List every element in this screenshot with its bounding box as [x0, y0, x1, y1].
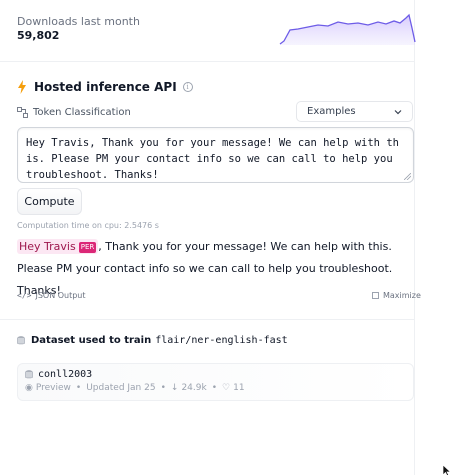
- task-type: Token Classification: [17, 104, 131, 120]
- computation-time: Computation time on cpu: 2.5476 s: [17, 221, 159, 230]
- column-divider: [414, 0, 415, 475]
- inference-input[interactable]: Hey Travis, Thank you for your message! …: [17, 127, 414, 183]
- resize-handle-icon[interactable]: [404, 173, 411, 180]
- downloads-count: 24.9k: [181, 383, 207, 393]
- download-icon: ↓: [170, 383, 179, 393]
- likes-count: 11: [233, 383, 245, 393]
- inference-header: Hosted inference API i: [17, 78, 193, 96]
- dataset-label: Dataset used to train: [31, 334, 152, 346]
- updated-label: Updated Jan 25: [86, 383, 156, 393]
- entity-tag: PER: [78, 242, 97, 253]
- task-label: Token Classification: [33, 106, 131, 118]
- mouse-cursor-icon: [442, 465, 452, 475]
- maximize-label: Maximize: [383, 291, 421, 300]
- section-divider: [0, 319, 414, 320]
- dataset-name[interactable]: conll2003: [38, 369, 92, 380]
- examples-dropdown[interactable]: Examples: [296, 101, 413, 122]
- examples-label: Examples: [307, 106, 356, 117]
- json-output-label: JSON Output: [35, 291, 86, 300]
- section-divider: [0, 61, 414, 62]
- preview-label: Preview: [35, 383, 71, 393]
- inference-title: Hosted inference API: [34, 80, 177, 94]
- entity-highlight: Hey Travis PER: [17, 239, 99, 254]
- token-classification-icon: [17, 106, 28, 118]
- dataset-title: conll2003: [25, 368, 92, 381]
- separator-dot: •: [211, 383, 218, 393]
- info-icon[interactable]: i: [182, 82, 193, 92]
- entity-text: Hey Travis: [19, 240, 76, 253]
- downloads-sparkline: [279, 13, 416, 45]
- chevron-down-icon: [394, 110, 402, 115]
- database-icon: [17, 335, 25, 344]
- json-output-link[interactable]: </> JSON Output: [17, 291, 86, 300]
- compute-button[interactable]: Compute: [17, 188, 82, 215]
- maximize-button[interactable]: Maximize: [372, 291, 421, 300]
- code-icon: </>: [17, 291, 32, 300]
- lightning-icon: [18, 80, 26, 94]
- eye-icon: ◉: [25, 383, 33, 393]
- downloads-value: 59,802: [17, 29, 60, 42]
- separator-dot: •: [160, 383, 166, 393]
- dataset-header: Dataset used to train flair/ner-english-…: [17, 333, 288, 347]
- database-icon: [25, 370, 33, 379]
- dataset-meta: ◉ Preview • Updated Jan 25 • ↓ 24.9k • ♡…: [25, 383, 245, 393]
- downloads-label: Downloads last month: [17, 15, 140, 28]
- heart-icon: ♡: [222, 383, 231, 393]
- maximize-icon: [372, 292, 379, 299]
- input-text: Hey Travis, Thank you for your message! …: [26, 137, 399, 181]
- model-name: flair/ner-english-fast: [155, 334, 288, 346]
- separator-dot: •: [75, 383, 82, 393]
- dataset-card[interactable]: conll2003 ◉ Preview • Updated Jan 25 • ↓…: [17, 363, 414, 401]
